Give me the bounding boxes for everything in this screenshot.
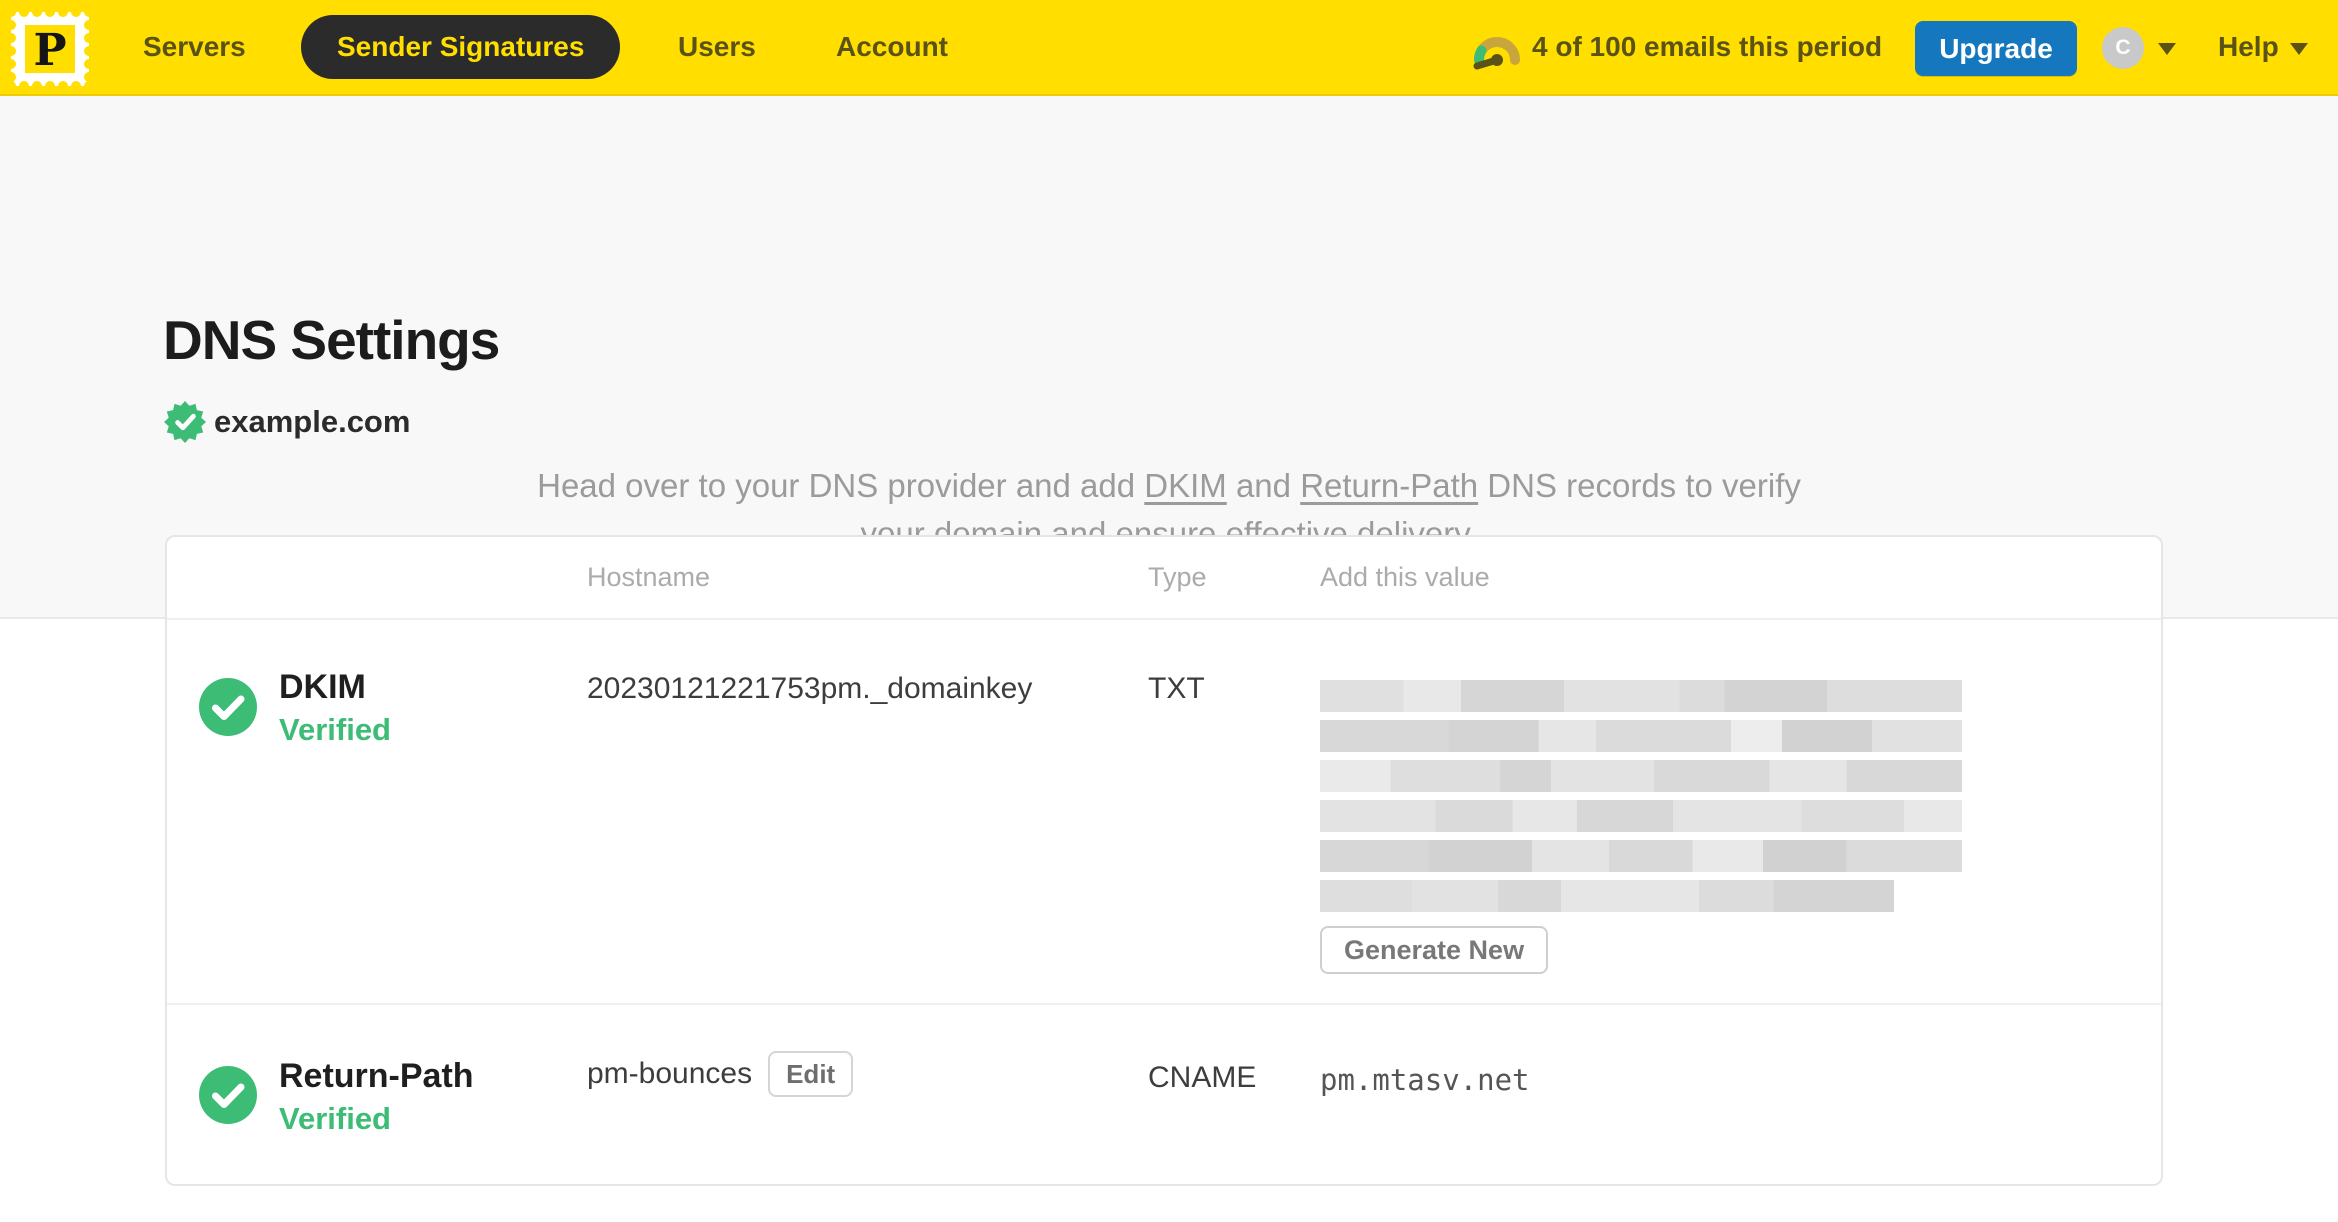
redacted-dns-value: [1320, 680, 1962, 920]
table-row-dkim: DKIM Verified 20230121221753pm._domainke…: [167, 620, 2161, 1005]
generate-new-button[interactable]: Generate New: [1320, 926, 1549, 974]
top-navbar: P Servers Sender Signatures Users Accoun…: [0, 0, 2338, 96]
lead-middle: and: [1226, 467, 1301, 504]
chevron-down-icon: [2290, 43, 2308, 55]
hostname-value: pm-bounces: [587, 1057, 753, 1090]
verified-check-icon: [199, 678, 257, 736]
logo-letter: P: [33, 25, 66, 76]
column-header-value: Add this value: [1320, 562, 1490, 592]
usage-gauge-icon: [1472, 26, 1522, 72]
return-path-link[interactable]: Return-Path: [1300, 467, 1478, 504]
upgrade-button[interactable]: Upgrade: [1915, 21, 2077, 76]
dns-records-card: Hostname Type Add this value DKIM Verifi…: [165, 535, 2163, 1186]
hostname-cell: pm-bounces Edit: [587, 1051, 854, 1097]
record-name: Return-Path: [279, 1057, 474, 1095]
nav-item-servers[interactable]: Servers: [143, 0, 246, 94]
table-header: Hostname Type Add this value: [167, 537, 2161, 620]
domain-name: example.com: [214, 404, 411, 439]
record-type: TXT: [1148, 672, 1205, 705]
dns-settings-page: P Servers Sender Signatures Users Accoun…: [0, 0, 2338, 1222]
record-name: DKIM: [279, 668, 366, 706]
redacted-value-line: [1320, 680, 1962, 712]
redacted-value-line: [1320, 720, 1962, 752]
nav-item-account[interactable]: Account: [836, 0, 948, 94]
help-menu[interactable]: Help: [2218, 0, 2308, 94]
table-row-return-path: Return-Path Verified pm-bounces Edit CNA…: [167, 1005, 2161, 1184]
redacted-value-line: [1320, 760, 1962, 792]
column-header-hostname: Hostname: [587, 562, 711, 592]
status-badge: Verified: [279, 712, 391, 747]
redacted-value-line: [1320, 840, 1962, 872]
edit-hostname-button[interactable]: Edit: [768, 1051, 854, 1097]
chevron-down-icon: [2158, 43, 2176, 55]
page-title: DNS Settings: [163, 309, 500, 371]
dns-value: pm.mtasv.net: [1320, 1063, 1530, 1097]
redacted-value-line: [1320, 800, 1962, 832]
nav-item-sender-signatures-active[interactable]: Sender Signatures: [301, 15, 621, 79]
verified-check-icon: [199, 1066, 257, 1124]
status-badge: Verified: [279, 1101, 391, 1136]
verified-seal-icon: [164, 401, 206, 443]
record-type: CNAME: [1148, 1061, 1257, 1094]
nav-item-users[interactable]: Users: [678, 0, 756, 94]
postmark-logo[interactable]: P: [6, 7, 94, 91]
usage-counter: 4 of 100 emails this period: [1532, 31, 1883, 62]
avatar: C: [2102, 27, 2144, 69]
help-label: Help: [2218, 31, 2279, 62]
hostname-value: 20230121221753pm._domainkey: [587, 672, 1033, 705]
redacted-value-line: [1320, 880, 1894, 912]
dkim-link[interactable]: DKIM: [1144, 467, 1227, 504]
lead-before: Head over to your DNS provider and add: [537, 467, 1145, 504]
column-header-type: Type: [1148, 562, 1207, 592]
